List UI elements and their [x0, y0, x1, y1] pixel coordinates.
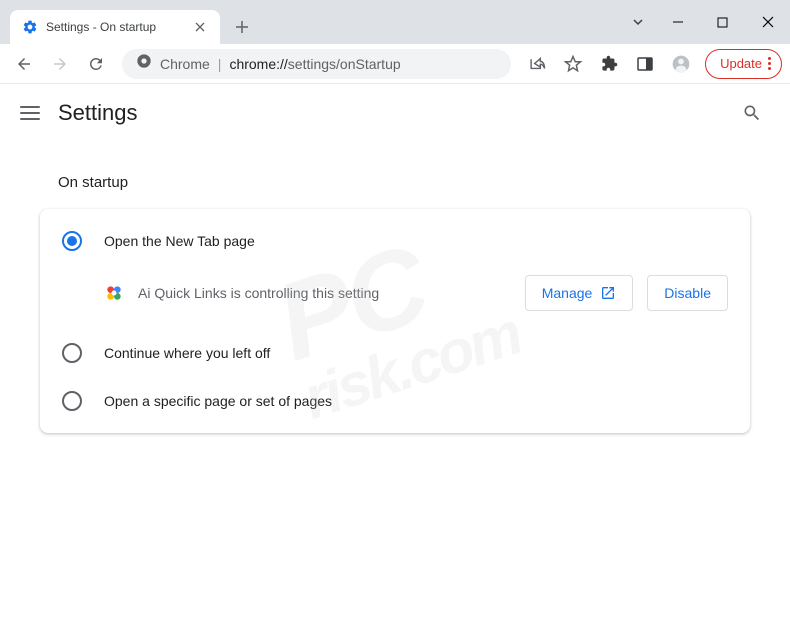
settings-header: Settings	[0, 84, 790, 142]
chrome-icon	[136, 53, 152, 74]
browser-tab[interactable]: Settings - On startup	[10, 10, 220, 44]
startup-card: Open the New Tab page Ai Quick Links is …	[40, 209, 750, 433]
reload-button[interactable]	[80, 48, 112, 80]
tab-title: Settings - On startup	[46, 20, 184, 34]
extension-app-icon	[104, 283, 124, 303]
profile-icon[interactable]	[665, 48, 697, 80]
omnibox-url: chrome://settings/onStartup	[229, 56, 400, 72]
bookmark-icon[interactable]	[557, 48, 589, 80]
search-button[interactable]	[734, 95, 770, 131]
startup-option-new-tab[interactable]: Open the New Tab page	[40, 217, 750, 265]
omnibox-divider: |	[218, 56, 222, 72]
close-window-button[interactable]	[745, 7, 790, 37]
option-label: Open the New Tab page	[104, 233, 255, 249]
window-controls	[620, 0, 790, 44]
section-title: On startup	[58, 174, 750, 191]
sidepanel-icon[interactable]	[629, 48, 661, 80]
extensions-icon[interactable]	[593, 48, 625, 80]
disable-button[interactable]: Disable	[647, 275, 728, 311]
radio-unselected-icon	[62, 391, 82, 411]
menu-hamburger-icon[interactable]	[20, 103, 40, 123]
option-label: Open a specific page or set of pages	[104, 393, 332, 409]
startup-option-continue[interactable]: Continue where you left off	[40, 329, 750, 377]
window-titlebar: Settings - On startup	[0, 0, 790, 44]
extension-notice: Ai Quick Links is controlling this setti…	[40, 265, 750, 329]
update-label: Update	[720, 56, 762, 71]
extension-notice-text: Ai Quick Links is controlling this setti…	[138, 285, 511, 301]
close-icon[interactable]	[192, 19, 208, 35]
radio-unselected-icon	[62, 343, 82, 363]
forward-button[interactable]	[44, 48, 76, 80]
omnibox-scheme-label: Chrome	[160, 56, 210, 72]
back-button[interactable]	[8, 48, 40, 80]
menu-icon	[768, 57, 771, 70]
address-bar[interactable]: Chrome | chrome://settings/onStartup	[122, 49, 511, 79]
maximize-button[interactable]	[700, 7, 745, 37]
radio-selected-icon	[62, 231, 82, 251]
manage-label: Manage	[542, 285, 593, 301]
settings-content: On startup Open the New Tab page Ai Quic…	[0, 142, 790, 443]
share-icon[interactable]	[521, 48, 553, 80]
browser-toolbar: Chrome | chrome://settings/onStartup Upd…	[0, 44, 790, 84]
gear-icon	[22, 19, 38, 35]
minimize-button[interactable]	[655, 7, 700, 37]
update-button[interactable]: Update	[705, 49, 782, 79]
chevron-down-icon[interactable]	[620, 7, 655, 37]
open-external-icon	[600, 285, 616, 301]
manage-button[interactable]: Manage	[525, 275, 634, 311]
disable-label: Disable	[664, 285, 711, 301]
startup-option-specific-pages[interactable]: Open a specific page or set of pages	[40, 377, 750, 425]
new-tab-button[interactable]	[228, 13, 256, 41]
option-label: Continue where you left off	[104, 345, 270, 361]
page-title: Settings	[58, 100, 138, 126]
